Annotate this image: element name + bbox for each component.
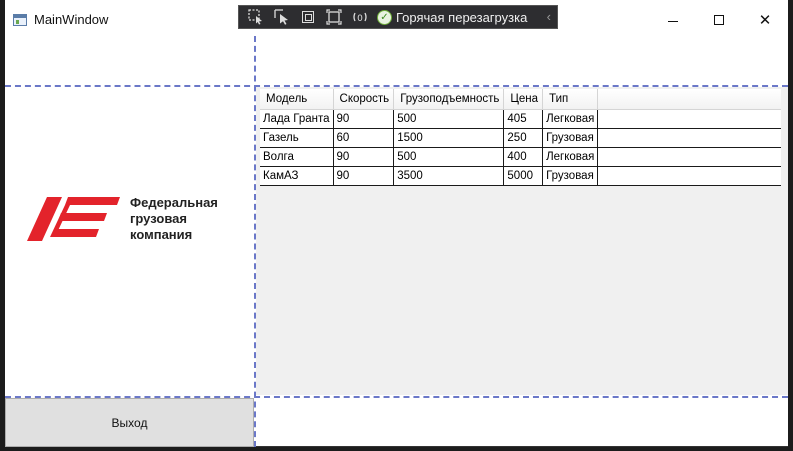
maximize-button[interactable] (696, 6, 742, 34)
cell-capacity[interactable]: 1500 (393, 128, 505, 148)
column-header-speed[interactable]: Скорость (333, 89, 395, 110)
table-row[interactable]: Газель 60 1500 250 Грузовая (260, 128, 781, 148)
cell-price[interactable]: 250 (503, 128, 544, 148)
window-client-area: MainWindow ✕ Федеральная грузовая компан… (5, 0, 788, 447)
app-window: MainWindow ✕ Федеральная грузовая компан… (0, 0, 793, 451)
cell-type[interactable]: Легковая (542, 109, 599, 129)
row-filler (597, 147, 781, 167)
cell-type[interactable]: Грузовая (542, 166, 599, 186)
cell-speed[interactable]: 90 (333, 166, 395, 186)
minimize-button[interactable] (650, 6, 696, 34)
cell-capacity[interactable]: 500 (393, 109, 505, 129)
company-logo: Федеральная грузовая компания (25, 195, 225, 243)
cell-price[interactable]: 405 (503, 109, 544, 129)
logo-line-1: Федеральная (130, 195, 218, 210)
datagrid-table: Модель Скорость Грузоподъемность Цена Ти… (260, 89, 781, 186)
column-header-filler (597, 89, 781, 110)
logo-line-3: компания (130, 227, 193, 242)
cell-type[interactable]: Легковая (542, 147, 599, 167)
cell-model[interactable]: КамАЗ (260, 166, 334, 186)
app-window-icon (13, 14, 27, 26)
maximize-icon (714, 15, 724, 25)
fgk-logo-mark-icon (27, 197, 120, 241)
row-filler (597, 166, 781, 186)
cell-model[interactable]: Лада Гранта (260, 109, 334, 129)
column-header-model[interactable]: Модель (260, 89, 334, 110)
logo-panel: Федеральная грузовая компания (5, 87, 253, 396)
row-filler (597, 109, 781, 129)
close-button[interactable]: ✕ (742, 6, 788, 34)
datagrid-header-row: Модель Скорость Грузоподъемность Цена Ти… (260, 89, 781, 110)
cell-capacity[interactable]: 500 (393, 147, 505, 167)
cell-capacity[interactable]: 3500 (393, 166, 505, 186)
svg-text:0: 0 (357, 14, 363, 24)
vehicles-datagrid[interactable]: Модель Скорость Грузоподъемность Цена Ти… (256, 87, 788, 395)
track-focus-icon[interactable] (325, 9, 343, 25)
binding-failures-icon[interactable]: 0 (351, 9, 369, 25)
cell-speed[interactable]: 90 (333, 109, 395, 129)
cell-model[interactable]: Волга (260, 147, 334, 167)
minimize-icon (668, 20, 678, 22)
display-adorners-icon[interactable] (299, 9, 317, 25)
cell-type[interactable]: Грузовая (542, 128, 599, 148)
select-element-icon[interactable] (247, 9, 265, 25)
exit-button[interactable]: Выход (5, 398, 254, 447)
select-pointer-icon[interactable] (273, 9, 291, 25)
logo-wordmark: Федеральная грузовая компания (130, 195, 218, 243)
cell-speed[interactable]: 60 (333, 128, 395, 148)
window-title: MainWindow (34, 12, 109, 27)
cell-speed[interactable]: 90 (333, 147, 395, 167)
collapse-chevron-icon[interactable]: ‹ (547, 9, 551, 24)
table-row[interactable]: Лада Гранта 90 500 405 Легковая (260, 109, 781, 129)
row-filler (597, 128, 781, 148)
column-header-type[interactable]: Тип (542, 89, 599, 110)
hot-reload-label[interactable]: Горячая перезагрузка (396, 10, 527, 25)
logo-line-2: грузовая (130, 211, 187, 226)
table-row[interactable]: Волга 90 500 400 Легковая (260, 147, 781, 167)
cell-price[interactable]: 400 (503, 147, 544, 167)
xaml-hot-reload-toolbar: 0 ✓ Горячая перезагрузка ‹ (238, 5, 558, 29)
cell-price[interactable]: 5000 (503, 166, 544, 186)
column-header-capacity[interactable]: Грузоподъемность (393, 89, 505, 110)
cell-model[interactable]: Газель (260, 128, 334, 148)
table-row[interactable]: КамАЗ 90 3500 5000 Грузовая (260, 166, 781, 186)
close-icon: ✕ (758, 12, 772, 29)
column-header-price[interactable]: Цена (503, 89, 544, 110)
hot-reload-check-icon: ✓ (377, 9, 392, 25)
